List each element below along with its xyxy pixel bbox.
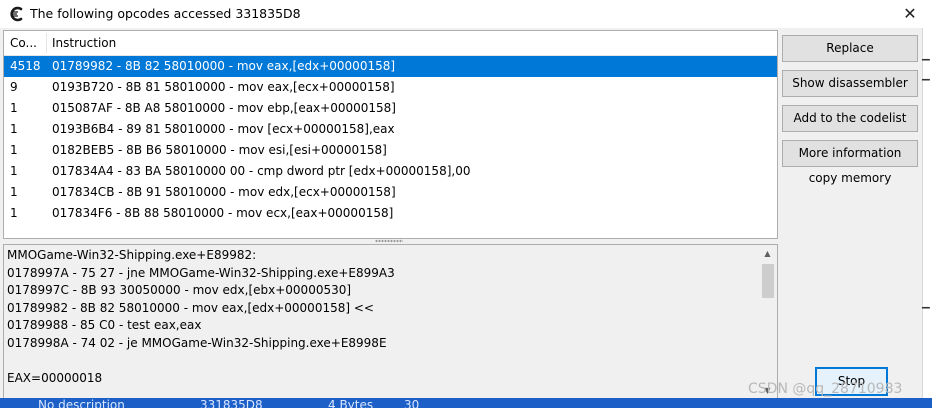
row-instruction: 015087AF - 8B A8 58010000 - mov ebp,[eax…	[52, 101, 396, 115]
disassembly-line: 01789988 - 85 C0 - test eax,eax	[7, 318, 202, 332]
show-disassembler-button[interactable]: Show disassembler	[782, 70, 918, 97]
copy-memory-label[interactable]: copy memory	[782, 170, 918, 186]
window-title: The following opcodes accessed 331835D8	[30, 6, 301, 21]
column-header-instruction[interactable]: Instruction	[52, 36, 116, 50]
row-count: 1	[10, 143, 18, 157]
background-address: 331835D8	[200, 398, 263, 408]
background-window-edge: ▁ ▁ ▁	[922, 28, 932, 408]
table-row[interactable]: 1 0193B6B4 - 89 81 58010000 - mov [ecx+0…	[4, 119, 777, 140]
row-count: 1	[10, 185, 18, 199]
background-description: No description	[38, 398, 125, 408]
add-to-codelist-button[interactable]: Add to the codelist	[782, 105, 918, 132]
row-count: 1	[10, 122, 18, 136]
row-instruction: 017834CB - 8B 91 58010000 - mov edx,[ecx…	[52, 185, 396, 199]
table-row[interactable]: 9 0193B720 - 8B 81 58010000 - mov eax,[e…	[4, 77, 777, 98]
row-instruction: 017834F6 - 8B 88 58010000 - mov ecx,[eax…	[52, 206, 394, 220]
background-address-table-row: No description 331835D8 4 Bytes 30	[0, 398, 932, 408]
background-type: 4 Bytes	[328, 398, 374, 408]
column-separator[interactable]	[46, 33, 47, 53]
watermark: CSDN @qq_28710983	[748, 381, 903, 397]
more-information-button[interactable]: More information	[782, 140, 918, 167]
row-instruction: 01789982 - 8B 82 58010000 - mov eax,[edx…	[52, 59, 396, 73]
row-count: 1	[10, 164, 18, 178]
background-window-glyph: ▁	[922, 70, 930, 81]
table-row[interactable]: 1 017834A4 - 83 BA 58010000 00 - cmp dwo…	[4, 161, 777, 182]
table-row[interactable]: 1 015087AF - 8B A8 58010000 - mov ebp,[e…	[4, 98, 777, 119]
list-header: Co... Instruction	[4, 31, 777, 56]
disassembly-line: MMOGame-Win32-Shipping.exe+E89982:	[7, 248, 257, 262]
disassembly-panel[interactable]: MMOGame-Win32-Shipping.exe+E89982: 01789…	[3, 244, 778, 400]
disassembly-line: 0178997A - 75 27 - jne MMOGame-Win32-Shi…	[7, 265, 395, 280]
disassembly-line: 01789982 - 8B 82 58010000 - mov eax,[edx…	[7, 300, 374, 315]
disassembly-line: 0178998A - 74 02 - je MMOGame-Win32-Ship…	[7, 335, 387, 350]
close-icon[interactable]: ✕	[896, 2, 924, 26]
register-line: EAX=00000018	[7, 370, 103, 385]
opcode-list[interactable]: Co... Instruction 4518 01789982 - 8B 82 …	[3, 30, 778, 239]
scroll-up-icon[interactable]: ▲	[759, 245, 776, 262]
scrollbar-thumb[interactable]	[762, 264, 774, 298]
disassembly-scrollbar[interactable]: ▲ ▼	[759, 245, 776, 399]
row-count: 1	[10, 206, 18, 220]
background-value: 30	[404, 398, 420, 408]
row-instruction: 0193B6B4 - 89 81 58010000 - mov [ecx+000…	[52, 122, 395, 136]
column-header-count[interactable]: Co...	[10, 36, 37, 50]
replace-button[interactable]: Replace	[782, 35, 918, 62]
table-row[interactable]: 4518 01789982 - 8B 82 58010000 - mov eax…	[4, 56, 777, 77]
action-buttons: Replace Show disassembler Add to the cod…	[782, 35, 920, 186]
background-window-glyph: ▁	[922, 50, 930, 61]
table-row[interactable]: 1 017834CB - 8B 91 58010000 - mov edx,[e…	[4, 182, 777, 203]
table-row[interactable]: 1 017834F6 - 8B 88 58010000 - mov ecx,[e…	[4, 203, 777, 224]
row-instruction: 0193B720 - 8B 81 58010000 - mov eax,[ecx…	[52, 80, 395, 94]
cheat-engine-icon	[8, 6, 24, 22]
row-count: 1	[10, 101, 18, 115]
background-window-glyph: ▁	[922, 298, 930, 309]
row-count: 9	[10, 80, 18, 94]
disassembly-line: 0178997C - 8B 93 30050000 - mov edx,[ebx…	[7, 283, 352, 297]
row-instruction: 0182BEB5 - 8B B6 58010000 - mov esi,[esi…	[52, 143, 387, 157]
row-instruction: 017834A4 - 83 BA 58010000 00 - cmp dword…	[52, 164, 471, 178]
row-count: 4518	[10, 59, 41, 73]
table-row[interactable]: 1 0182BEB5 - 8B B6 58010000 - mov esi,[e…	[4, 140, 777, 161]
title-bar: The following opcodes accessed 331835D8 …	[0, 0, 932, 28]
panel-splitter-handle[interactable]	[375, 239, 403, 243]
disassembly-line	[7, 352, 395, 370]
